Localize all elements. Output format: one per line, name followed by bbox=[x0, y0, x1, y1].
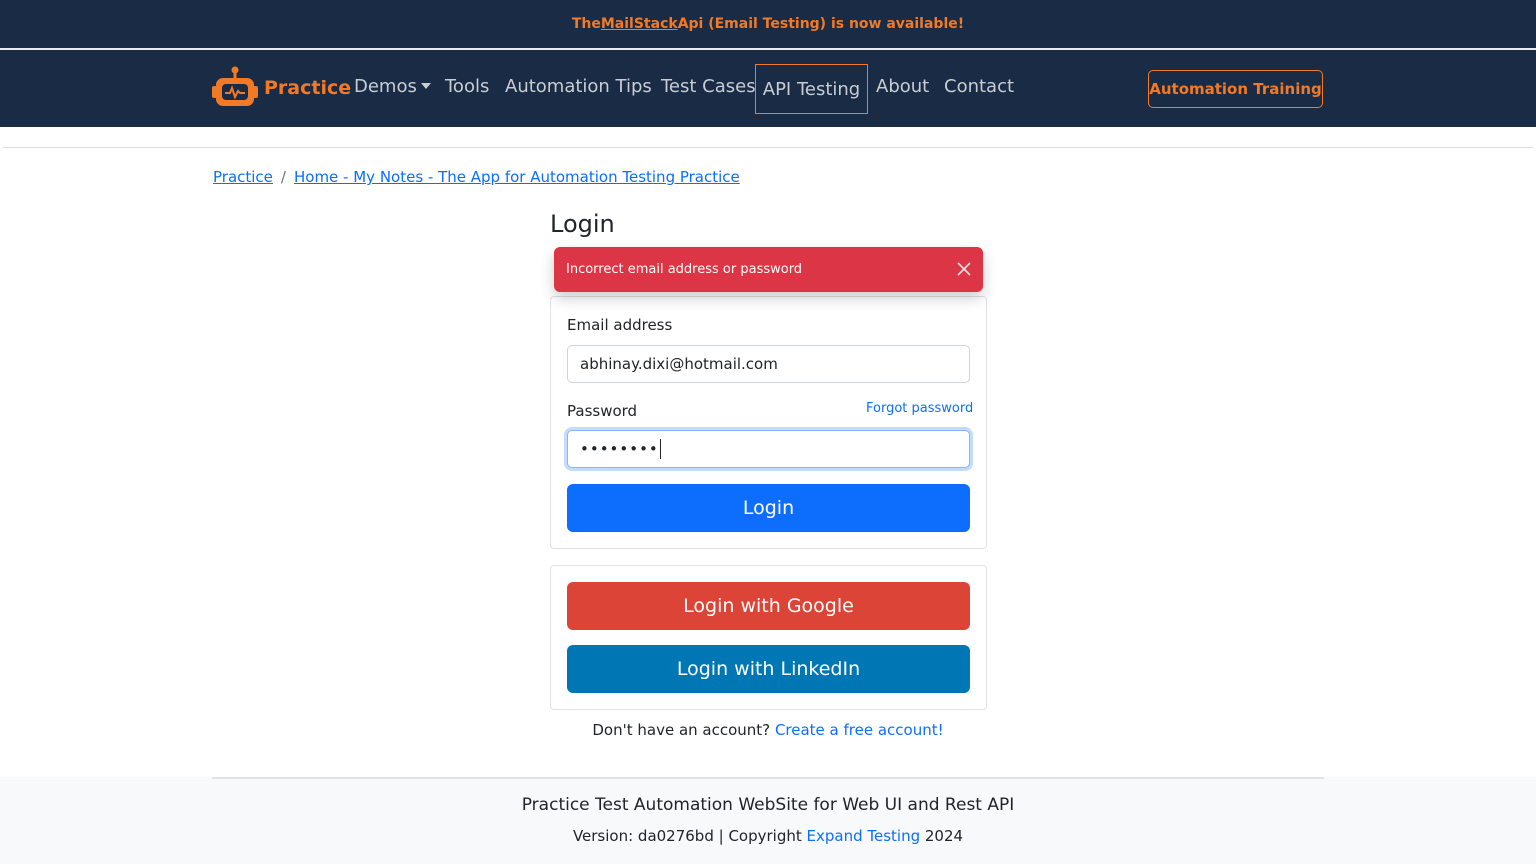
footer: Practice Test Automation WebSite for Web… bbox=[0, 777, 1536, 864]
announcement-bar: The MailStack Api (Email Testing) is now… bbox=[0, 0, 1536, 48]
nav-demos-label: Demos bbox=[354, 76, 417, 97]
close-icon[interactable] bbox=[955, 260, 973, 278]
nav-contact[interactable]: Contact bbox=[944, 76, 1014, 97]
brand-link[interactable]: Practice bbox=[212, 66, 351, 110]
main-navbar: Practice Demos Tools Automation Tips Tes… bbox=[0, 50, 1536, 127]
nav-api-testing[interactable]: API Testing bbox=[755, 64, 868, 114]
robot-logo-icon bbox=[212, 66, 258, 106]
nav-about[interactable]: About bbox=[876, 76, 929, 97]
nav-demos-dropdown[interactable]: Demos bbox=[354, 76, 431, 97]
content-divider bbox=[3, 147, 1533, 148]
automation-training-button[interactable]: Automation Training bbox=[1148, 70, 1323, 108]
brand-text: Practice bbox=[264, 77, 352, 99]
announcement-mailstack-link[interactable]: MailStack bbox=[601, 16, 678, 32]
forgot-password-link[interactable]: Forgot password bbox=[866, 401, 973, 416]
footer-year: 2024 bbox=[920, 827, 964, 845]
email-field[interactable]: abhinay.dixi@hotmail.com bbox=[567, 345, 970, 383]
nav-automation-tips[interactable]: Automation Tips bbox=[505, 76, 652, 97]
breadcrumb: Practice / Home - My Notes - The App for… bbox=[213, 168, 740, 186]
text-cursor bbox=[659, 439, 661, 459]
password-field[interactable]: •••••••• bbox=[567, 430, 970, 468]
expand-testing-link[interactable]: Expand Testing bbox=[807, 827, 921, 845]
announcement-prefix: The bbox=[571, 16, 601, 32]
breadcrumb-separator: / bbox=[280, 168, 286, 186]
footer-divider bbox=[212, 777, 1324, 779]
login-with-linkedin-button[interactable]: Login with LinkedIn bbox=[567, 645, 970, 693]
nav-tools[interactable]: Tools bbox=[445, 76, 489, 97]
password-label: Password bbox=[567, 402, 638, 420]
signup-prompt: Don't have an account? Create a free acc… bbox=[0, 721, 1536, 739]
signup-prompt-text: Don't have an account? bbox=[592, 721, 771, 739]
caret-down-icon bbox=[420, 82, 431, 89]
email-label: Email address bbox=[567, 316, 673, 334]
announcement-suffix: Api (Email Testing) is now available! bbox=[677, 16, 965, 32]
nav-test-cases[interactable]: Test Cases bbox=[661, 76, 756, 97]
error-alert-message: Incorrect email address or password bbox=[566, 262, 803, 277]
footer-title: Practice Test Automation WebSite for Web… bbox=[521, 795, 1015, 815]
breadcrumb-home[interactable]: Home - My Notes - The App for Automation… bbox=[294, 168, 740, 186]
error-alert: Incorrect email address or password bbox=[554, 247, 983, 292]
breadcrumb-practice[interactable]: Practice bbox=[213, 168, 273, 186]
login-with-google-button[interactable]: Login with Google bbox=[567, 582, 970, 630]
page-title: Login bbox=[550, 210, 615, 238]
login-button[interactable]: Login bbox=[567, 484, 970, 532]
footer-version: Version: da0276bd | Copyright Expand Tes… bbox=[0, 827, 1536, 845]
footer-version-text: Version: da0276bd | Copyright bbox=[572, 827, 807, 845]
create-account-link[interactable]: Create a free account! bbox=[775, 721, 944, 739]
password-value: •••••••• bbox=[580, 440, 659, 458]
